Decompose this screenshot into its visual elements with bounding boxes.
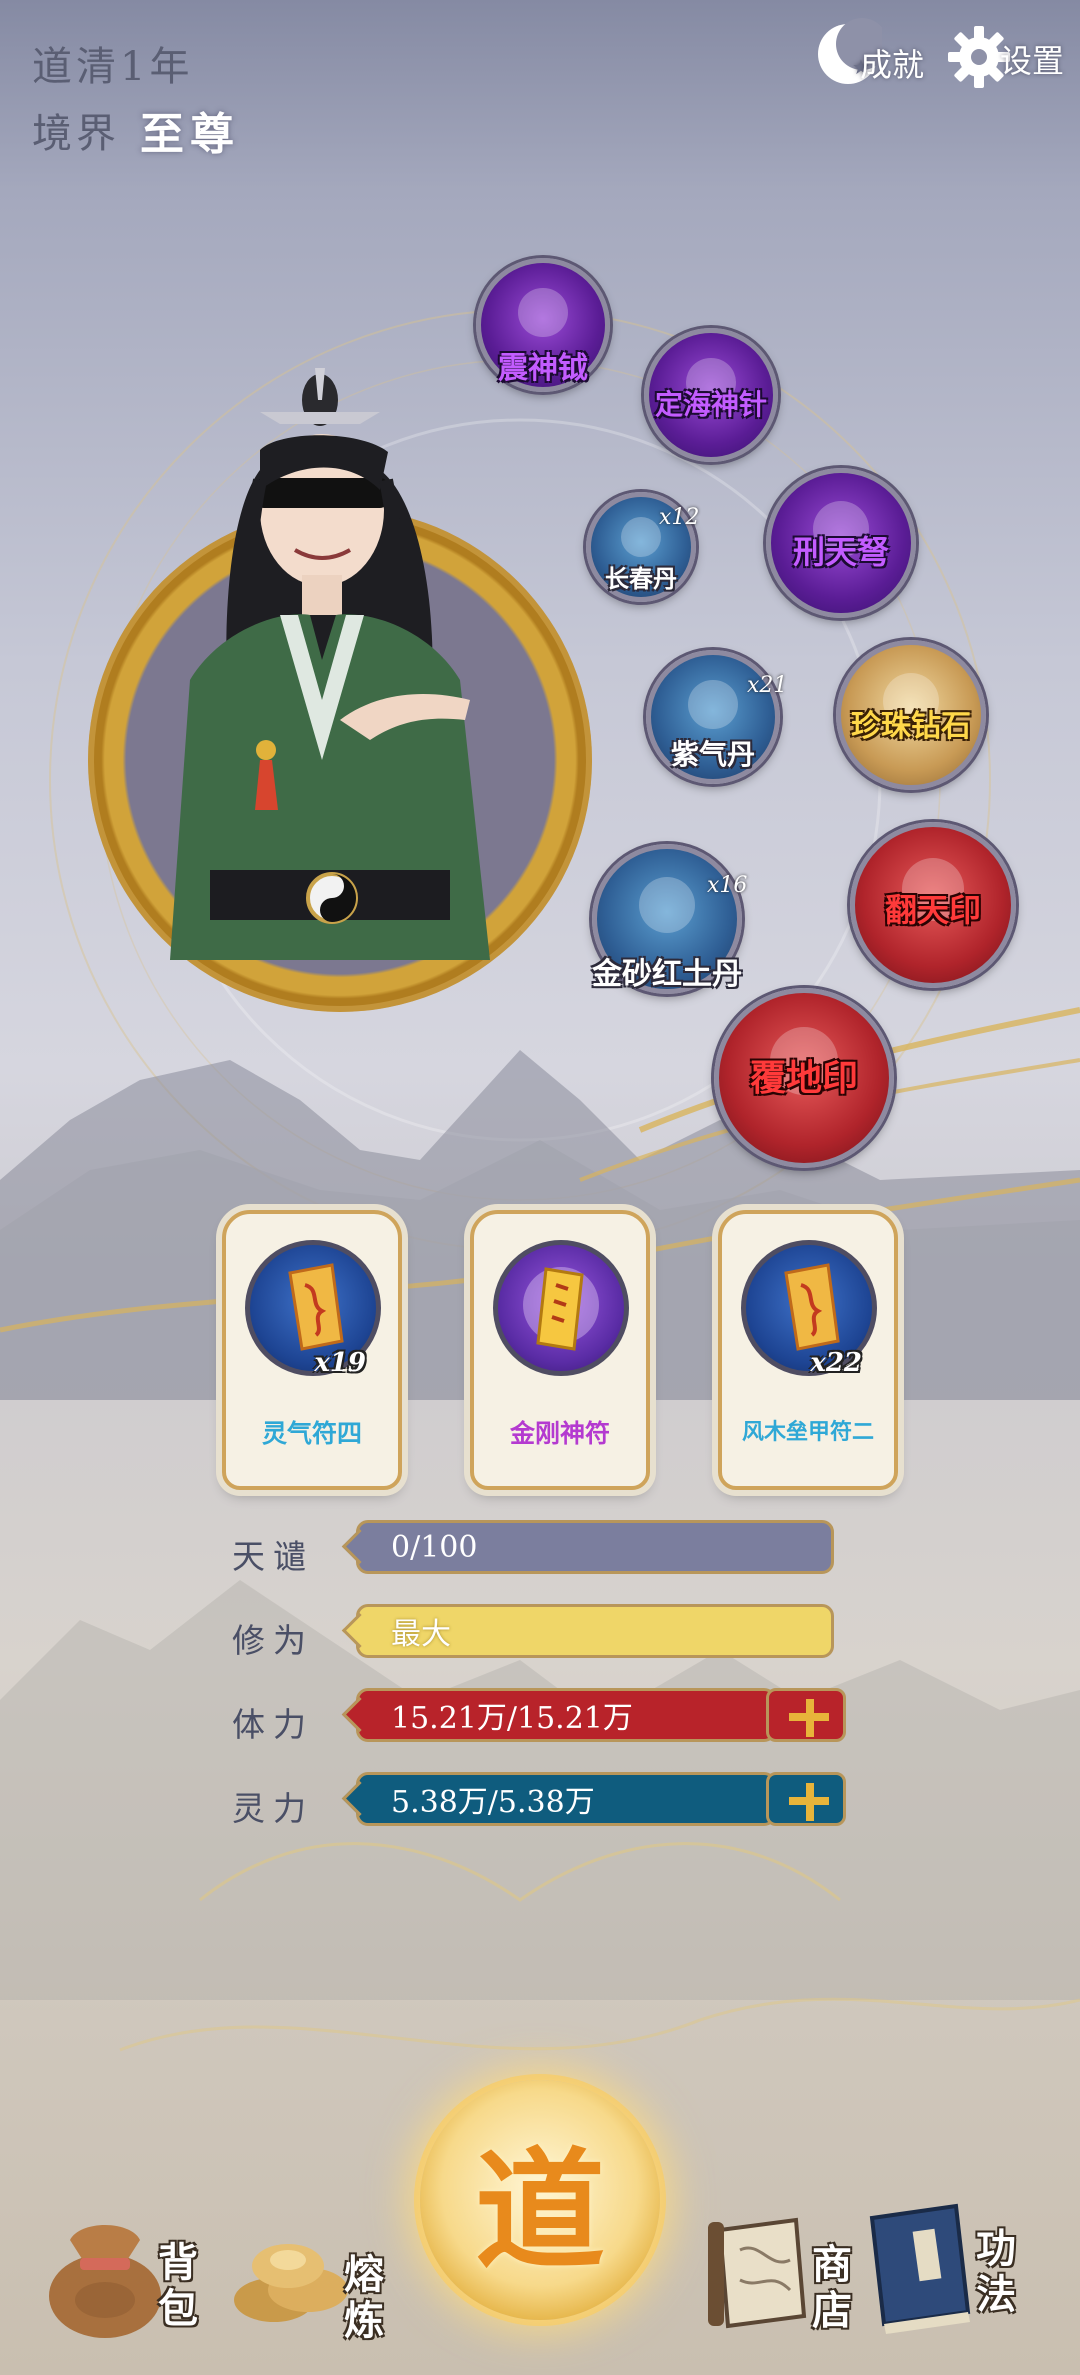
tili-value: 15.21万/15.21万 [391,1701,633,1736]
talisman-card[interactable]: x22 风木垒甲符二 [718,1210,898,1490]
tili-bar: 15.21万/15.21万 [356,1688,776,1742]
achievements-label: 成就 [860,46,925,84]
equipment-orb[interactable]: 长春丹 x12 [586,492,700,602]
orb-label: 刑天弩 [792,533,889,571]
orb-label: 紫气丹 [670,738,755,771]
book-icon [869,2203,971,2334]
equipment-orb[interactable]: 紫气丹 x21 [646,650,787,784]
talisman-card[interactable]: x19 灵气符四 [222,1210,402,1490]
equipment-orb[interactable]: 定海神针 [644,328,778,462]
equipment-orb[interactable]: 金砂红土丹 x16 [592,844,747,994]
equipment-orb[interactable]: 覆地印 [714,988,894,1168]
orb-label: 金砂红土丹 [592,957,742,992]
orb-count: x12 [659,505,700,530]
talisman-card[interactable]: 金刚神符 [470,1210,650,1490]
daoqing-label: 道清 [32,44,120,90]
backpack-button[interactable]: 背包 [40,2200,200,2350]
orb-count: x16 [707,873,748,898]
skills-button[interactable]: 功法 [858,2196,1038,2346]
realm-value: 至尊 [140,109,240,160]
item-icon [688,679,738,730]
achievements-button[interactable]: ★ 成就 [812,14,932,90]
shop-button[interactable]: 商店 [700,2200,860,2350]
item-icon [621,517,661,557]
orb-label: 珍珠钻石 [851,709,971,744]
scroll-map-icon [708,2217,807,2329]
daoqing-value: 1年 [120,44,194,90]
smelt-button[interactable]: 熔炼 [226,2210,396,2350]
orb-label: 震神钺 [498,351,588,386]
talisman-count: x19 [314,1348,366,1378]
orb-count: x21 [747,673,788,698]
stat-label-tianqian: 天谴 [232,1537,314,1576]
xiuwei-value: 最大 [391,1617,451,1652]
daoqing-stat: 道清1年 [32,34,193,92]
talisman-count: x22 [810,1348,862,1378]
item-icon [518,287,568,338]
equipment-orb[interactable]: 珍珠钻石 [836,640,986,790]
dao-glyph: 道 [474,2134,605,2287]
lingli-value: 5.38万/5.38万 [391,1785,595,1820]
tianqian-bar: 0/100 [356,1520,834,1574]
realm-stat: 境界 至尊 [32,98,240,162]
talisman-label: 灵气符四 [261,1419,362,1448]
dao-center-button[interactable]: 道 [420,2080,660,2320]
character-portrait[interactable] [110,360,570,960]
smelt-label: 熔炼 [344,2251,384,2344]
equipment-orb[interactable]: 震神钺 [476,258,610,392]
item-icon [639,877,695,933]
golden-talisman-icon [493,1240,629,1376]
orb-label: 翻天印 [884,891,981,929]
settings-button[interactable]: 设置 [946,12,1066,90]
stat-label-lingli: 灵力 [232,1789,314,1828]
tianqian-value: 0/100 [391,1529,478,1565]
equipment-orb[interactable]: 刑天弩 [766,468,916,618]
tili-add-button[interactable] [766,1688,846,1742]
backpack-label: 背包 [158,2239,198,2332]
equipment-orb[interactable]: 翻天印 [850,822,1016,988]
lingli-bar: 5.38万/5.38万 [356,1772,776,1826]
orb-label: 定海神针 [654,388,767,421]
settings-label: 设置 [1000,42,1065,80]
shop-label: 商店 [812,2241,852,2334]
ingots-icon [234,2244,348,2322]
stat-label-tili: 体力 [232,1705,314,1744]
orb-label: 长春丹 [605,564,677,593]
talisman-label: 金刚神符 [509,1419,610,1448]
skills-label: 功法 [976,2225,1016,2318]
lingli-add-button[interactable] [766,1772,846,1826]
xiuwei-bar: 最大 [356,1604,834,1658]
pouch-icon [49,2225,161,2338]
talisman-label: 风木垒甲符二 [741,1419,874,1445]
stat-label-xiuwei: 修为 [232,1621,314,1660]
realm-label: 境界 [32,111,120,157]
orb-label: 覆地印 [749,1057,858,1099]
